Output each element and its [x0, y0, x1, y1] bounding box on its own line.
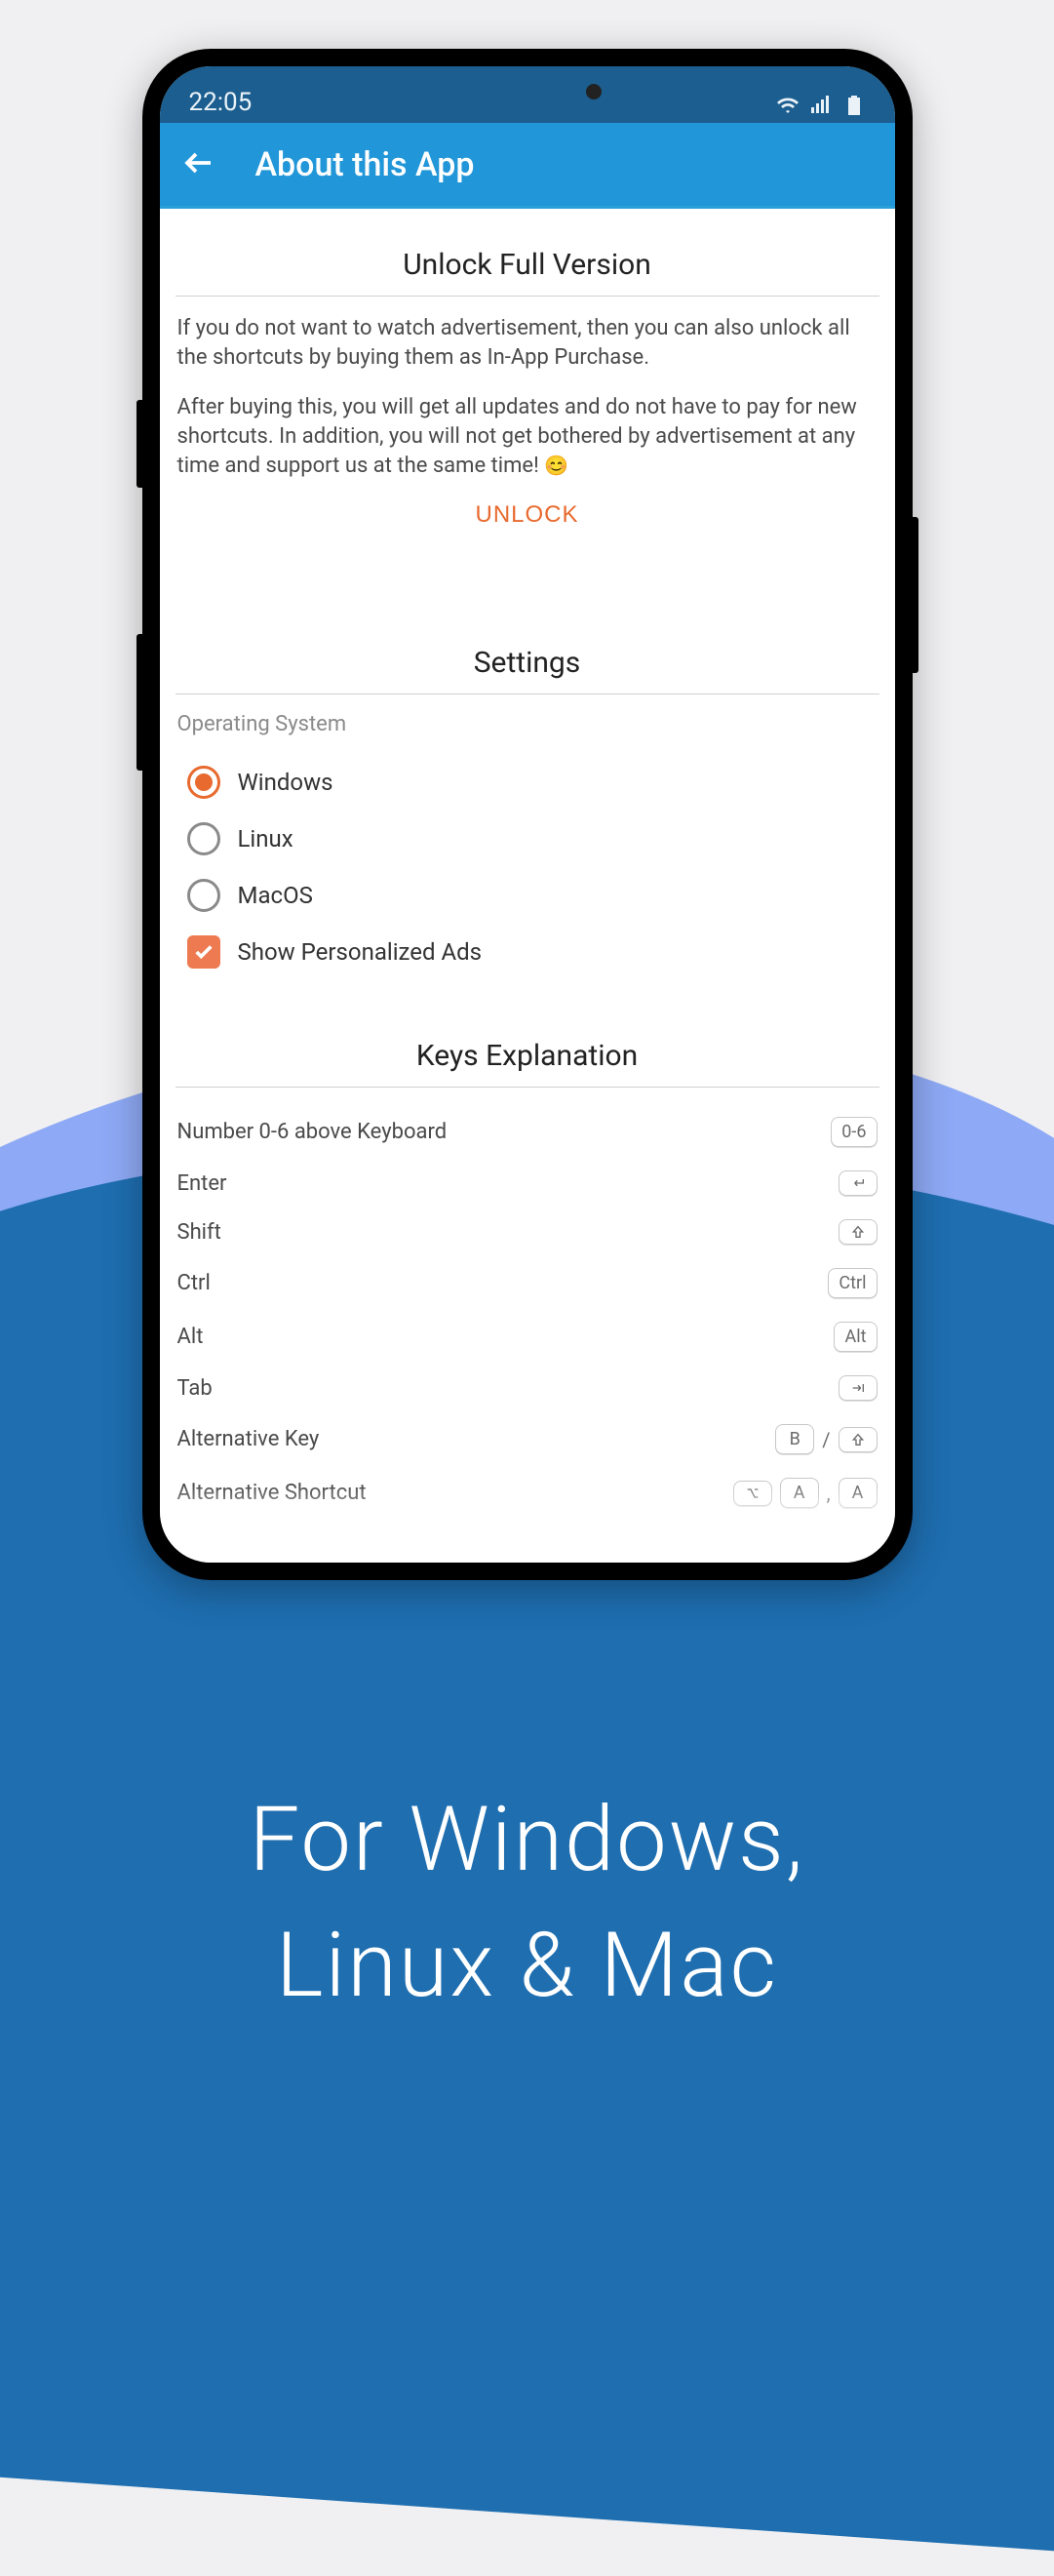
key-label: Alternative Key	[177, 1427, 320, 1451]
radio-icon	[187, 766, 220, 799]
separator: ,	[827, 1482, 831, 1505]
key-label: Shift	[177, 1220, 221, 1245]
radio-icon	[187, 822, 220, 855]
key-label: Tab	[177, 1376, 213, 1401]
wifi-icon	[776, 94, 800, 117]
keycap-enter	[839, 1170, 878, 1196]
unlock-heading: Unlock Full Version	[176, 248, 879, 282]
key-row-shift: Shift	[176, 1208, 879, 1256]
keycap: 0-6	[831, 1117, 877, 1147]
keycap: Alt	[834, 1322, 877, 1352]
keys-section: Keys Explanation Number 0-6 above Keyboa…	[176, 1039, 879, 1520]
enter-icon	[850, 1175, 866, 1191]
keycap-tab	[839, 1375, 878, 1401]
key-label: Alt	[177, 1325, 204, 1349]
key-row-ctrl: Ctrl Ctrl	[176, 1256, 879, 1310]
tab-icon	[850, 1380, 866, 1396]
keycap-shift	[839, 1219, 878, 1245]
phone-screen: 22:05 About this App Unlock Full Version…	[160, 66, 895, 1563]
arrow-left-icon	[181, 145, 216, 180]
radio-icon	[187, 879, 220, 912]
key-label: Ctrl	[177, 1271, 211, 1295]
key-row-alt: Alt Alt	[176, 1310, 879, 1364]
keycap: B	[775, 1424, 814, 1454]
unlock-section: Unlock Full Version If you do not want t…	[176, 248, 879, 529]
option-icon	[745, 1486, 761, 1501]
status-icons	[776, 94, 866, 117]
key-row-alternative-key: Alternative Key B /	[176, 1412, 879, 1466]
os-field-label: Operating System	[176, 712, 879, 736]
key-row-alternative-shortcut: Alternative Shortcut A , A	[176, 1466, 879, 1520]
shift-up-icon	[850, 1224, 866, 1240]
phone-side-button	[137, 634, 142, 771]
settings-section: Settings Operating System Windows Linux …	[176, 646, 879, 980]
smile-emoji-icon: 😊	[544, 454, 568, 477]
key-row-number: Number 0-6 above Keyboard 0-6	[176, 1105, 879, 1159]
phone-side-button	[913, 517, 918, 673]
status-bar: 22:05	[160, 66, 895, 123]
battery-icon	[842, 94, 866, 117]
keycap-shift	[839, 1427, 878, 1452]
key-label: Number 0-6 above Keyboard	[177, 1120, 448, 1144]
app-bar: About this App	[160, 123, 895, 209]
key-row-tab: Tab	[176, 1364, 879, 1412]
divider	[176, 296, 879, 297]
promo-line-2: Linux & Mac	[0, 1904, 1054, 2030]
keycap: A	[780, 1478, 819, 1508]
radio-option-windows[interactable]: Windows	[176, 754, 879, 811]
unlock-button[interactable]: UNLOCK	[475, 501, 578, 529]
shift-up-icon	[850, 1432, 866, 1447]
key-label: Enter	[177, 1171, 227, 1196]
status-time: 22:05	[189, 88, 253, 117]
phone-frame: 22:05 About this App Unlock Full Version…	[142, 49, 913, 1580]
key-row-enter: Enter	[176, 1159, 879, 1208]
keycap	[733, 1481, 772, 1506]
checkbox-personalized-ads[interactable]: Show Personalized Ads	[176, 924, 879, 980]
unlock-para-2: After buying this, you will get all upda…	[176, 393, 879, 480]
keycap: Ctrl	[828, 1268, 877, 1298]
unlock-para-1: If you do not want to watch advertisemen…	[176, 314, 879, 372]
radio-label: MacOS	[238, 882, 313, 909]
settings-heading: Settings	[176, 646, 879, 680]
radio-option-macos[interactable]: MacOS	[176, 867, 879, 924]
promo-caption: For Windows, Linux & Mac	[0, 1778, 1054, 2030]
check-icon	[193, 941, 215, 963]
content-area: Unlock Full Version If you do not want t…	[160, 209, 895, 1563]
phone-side-button	[137, 400, 142, 488]
checkbox-label: Show Personalized Ads	[238, 938, 483, 966]
promo-line-1: For Windows,	[0, 1778, 1054, 1904]
radio-option-linux[interactable]: Linux	[176, 811, 879, 867]
radio-label: Linux	[238, 825, 293, 852]
keys-heading: Keys Explanation	[176, 1039, 879, 1073]
separator: /	[822, 1428, 830, 1451]
app-title: About this App	[255, 145, 475, 184]
radio-label: Windows	[238, 769, 333, 796]
divider	[176, 1087, 879, 1088]
checkbox-icon	[187, 935, 220, 969]
signal-icon	[809, 94, 833, 117]
back-button[interactable]	[181, 145, 216, 184]
keycap: A	[839, 1478, 878, 1508]
key-label: Alternative Shortcut	[177, 1481, 367, 1505]
